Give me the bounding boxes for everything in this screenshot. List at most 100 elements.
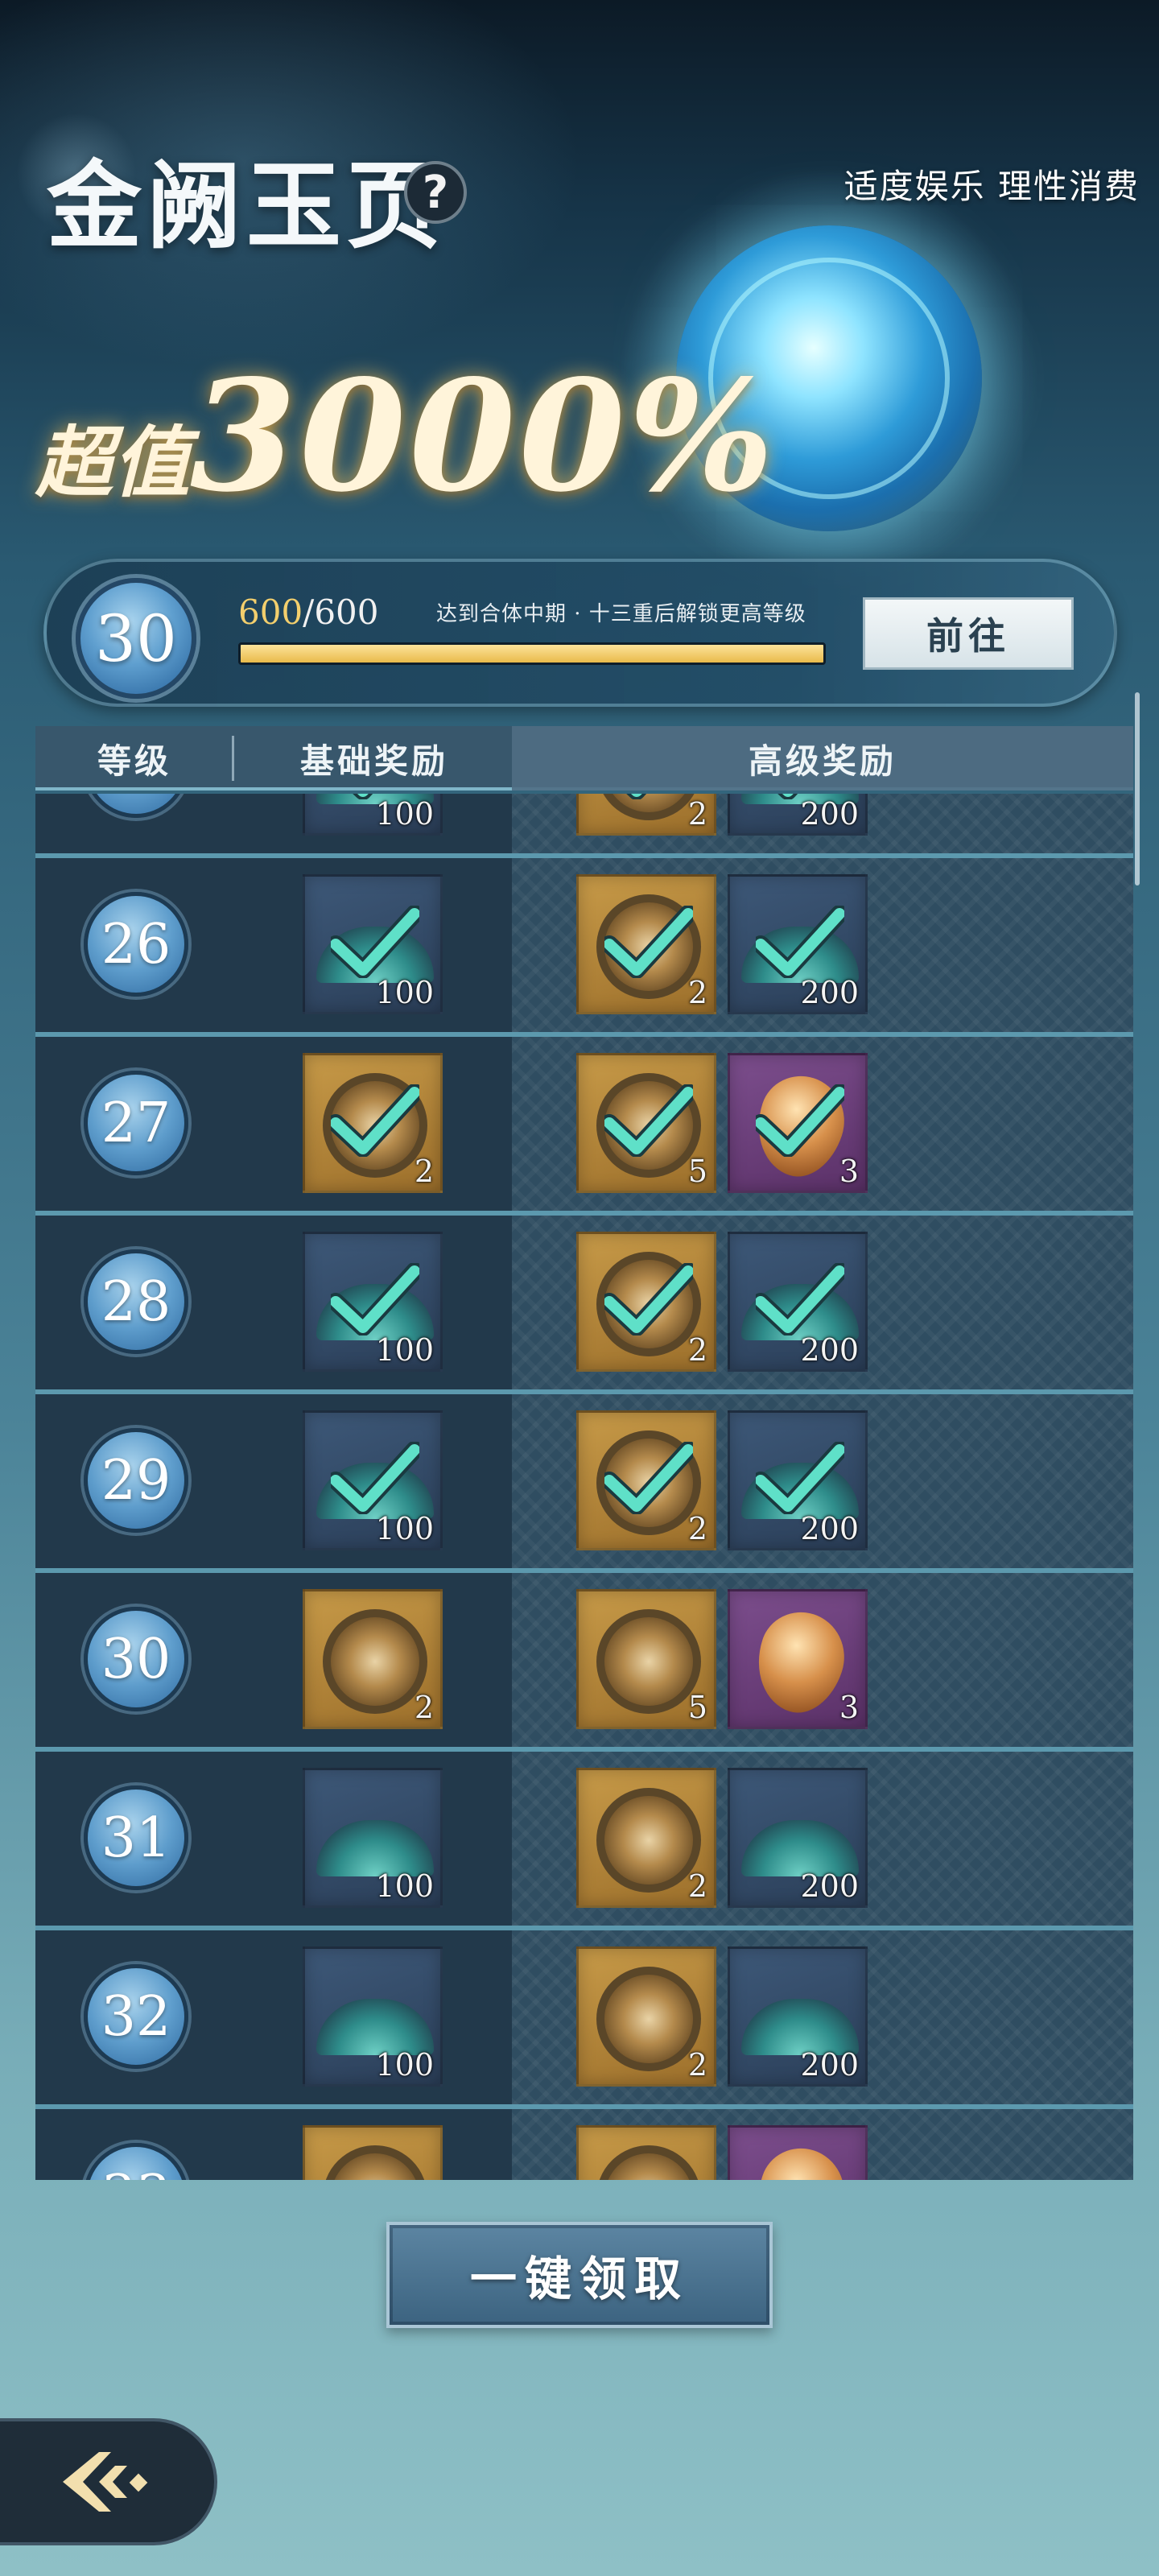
reward-count: 2 — [687, 1868, 707, 1904]
reward-row: 28 100 2 200 — [35, 1211, 1133, 1389]
reward-item[interactable]: 2 — [576, 1410, 716, 1550]
reward-count: 100 — [375, 1332, 434, 1368]
reward-row: 33253 — [35, 2104, 1133, 2180]
reward-item[interactable]: 5 — [576, 2125, 716, 2180]
reward-list-content: 2510022002610022002725328100220029100220… — [35, 794, 1133, 2180]
medal-icon — [323, 2145, 427, 2180]
row-level-badge: 32 — [84, 1964, 188, 2069]
reward-item[interactable]: 200 — [728, 1768, 868, 1908]
progress-panel: 30 600/600 达到合体中期 · 十三重后解锁更高等级 前往 — [43, 559, 1117, 707]
exp-progress-fill — [241, 645, 823, 663]
claim-all-button[interactable]: 一键领取 — [386, 2222, 773, 2328]
medal-icon — [596, 1967, 701, 2071]
reward-count: 2 — [687, 2047, 707, 2083]
reward-row: 26 100 2 200 — [35, 853, 1133, 1032]
row-level-badge: 27 — [84, 1071, 188, 1175]
reward-row: 30 2 5 3 — [35, 1568, 1133, 1747]
medal-icon — [596, 2145, 701, 2180]
exp-progress-bar — [238, 642, 826, 665]
slogan-text: 适度娱乐 理性消费 — [843, 167, 1140, 206]
claimed-check-icon — [604, 1084, 693, 1157]
reward-item[interactable]: 100 — [303, 1946, 443, 2087]
claimed-check-icon — [756, 1442, 844, 1514]
reward-row: 27 2 5 3 — [35, 1032, 1133, 1211]
reward-item[interactable]: 3 — [728, 2125, 868, 2180]
promo-value: 3000% — [190, 346, 777, 526]
reward-count: 200 — [800, 975, 859, 1010]
reward-item[interactable]: 3 — [728, 1589, 868, 1729]
reward-item[interactable]: 100 — [303, 874, 443, 1014]
reward-item[interactable]: 2 — [303, 1053, 443, 1193]
reward-count: 200 — [800, 796, 859, 832]
reward-count: 100 — [375, 796, 434, 832]
reward-item[interactable]: 100 — [303, 1410, 443, 1550]
page-title: 金阙玉页 — [47, 150, 447, 262]
medal-icon — [323, 1609, 427, 1714]
reward-count: 5 — [687, 1690, 707, 1725]
reward-item[interactable]: 2 — [576, 1946, 716, 2087]
reward-table: 等级 高级奖励 基础奖励 251002200261002200272532810… — [35, 726, 1133, 2180]
reward-item[interactable]: 2 — [576, 794, 716, 836]
reward-item[interactable]: 200 — [728, 874, 868, 1014]
current-level-badge: 30 — [76, 578, 196, 699]
reward-item[interactable]: 5 — [576, 1053, 716, 1193]
scrollbar[interactable] — [1135, 692, 1140, 886]
goto-button[interactable]: 前往 — [863, 597, 1074, 670]
exp-current: 600 — [238, 592, 303, 632]
reward-row: 32 100 2 200 — [35, 1926, 1133, 2104]
reward-list[interactable]: 2510022002610022002725328100220029100220… — [35, 794, 1133, 2180]
row-level-badge: 28 — [84, 1249, 188, 1354]
promo-banner: 超值3000% — [35, 346, 777, 526]
row-level-badge: 31 — [84, 1785, 188, 1890]
help-button[interactable]: ? — [404, 161, 467, 224]
reward-item[interactable]: 2 — [576, 1768, 716, 1908]
claimed-check-icon — [756, 1084, 844, 1157]
reward-item[interactable]: 5 — [576, 1589, 716, 1729]
reward-count: 2 — [687, 796, 707, 832]
promo-prefix: 超值 — [35, 417, 190, 508]
reward-count: 2 — [687, 975, 707, 1010]
reward-count: 3 — [839, 1690, 859, 1725]
reward-count: 2 — [414, 1690, 434, 1725]
reward-item[interactable]: 200 — [728, 1410, 868, 1550]
reward-item[interactable]: 100 — [303, 1768, 443, 1908]
claimed-check-icon — [604, 906, 693, 978]
reward-item[interactable]: 200 — [728, 1232, 868, 1372]
reward-count: 3 — [839, 1154, 859, 1189]
reward-row: 251002200 — [35, 794, 1133, 853]
reward-item[interactable]: 200 — [728, 1946, 868, 2087]
reward-count: 100 — [375, 2047, 434, 2083]
claimed-check-icon — [604, 1442, 693, 1514]
exp-max: 600 — [314, 592, 379, 632]
reward-count: 200 — [800, 2047, 859, 2083]
reward-item[interactable]: 2 — [303, 1589, 443, 1729]
reward-count: 2 — [414, 1154, 434, 1189]
column-header-basic: 基础奖励 — [299, 741, 448, 781]
claimed-check-icon — [626, 794, 647, 799]
claimed-check-icon — [604, 1263, 693, 1335]
medal-icon — [596, 1788, 701, 1893]
reward-item[interactable]: 200 — [728, 794, 868, 836]
back-arrow-icon — [63, 2452, 148, 2512]
reward-item[interactable]: 2 — [576, 1232, 716, 1372]
reward-count: 100 — [375, 975, 434, 1010]
claimed-check-icon — [331, 1263, 419, 1335]
claimed-check-icon — [756, 1263, 844, 1335]
reward-item[interactable]: 100 — [303, 794, 443, 836]
claimed-check-icon — [756, 906, 844, 978]
reward-item[interactable]: 100 — [303, 1232, 443, 1372]
reward-count: 200 — [800, 1868, 859, 1904]
back-button[interactable] — [0, 2418, 217, 2545]
reward-item[interactable]: 2 — [576, 874, 716, 1014]
unlock-hint: 达到合体中期 · 十三重后解锁更高等级 — [436, 602, 806, 626]
reward-count: 100 — [375, 1868, 434, 1904]
row-level-badge: 30 — [84, 1607, 188, 1711]
reward-count: 2 — [687, 1511, 707, 1546]
reward-row: 31 100 2 200 — [35, 1747, 1133, 1926]
reward-item[interactable]: 2 — [303, 2125, 443, 2180]
reward-count: 5 — [687, 1154, 707, 1189]
medal-icon — [596, 1609, 701, 1714]
reward-item[interactable]: 3 — [728, 1053, 868, 1193]
reward-count: 2 — [687, 1332, 707, 1368]
reward-row: 29 100 2 200 — [35, 1389, 1133, 1568]
